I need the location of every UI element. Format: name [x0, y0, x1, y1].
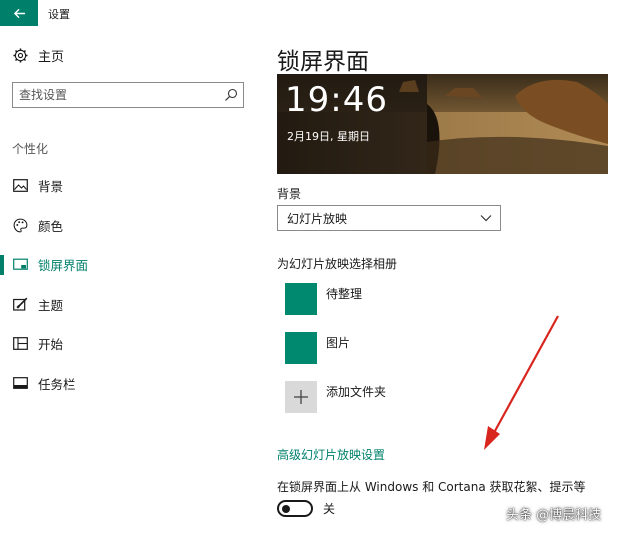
folder-tile	[285, 332, 317, 364]
sidebar-item-label: 主题	[38, 297, 64, 313]
taskbar-icon	[12, 375, 28, 391]
picture-icon	[12, 178, 28, 194]
palette-icon	[12, 217, 28, 233]
toggle-state-label: 关	[323, 502, 336, 516]
theme-icon	[12, 296, 28, 312]
album-name: 待整理	[326, 287, 363, 301]
advanced-slideshow-link[interactable]: 高级幻灯片放映设置	[277, 446, 385, 463]
background-label: 背景	[277, 187, 302, 201]
sidebar-item-label: 任务栏	[38, 376, 76, 392]
sidebar-item-label: 背景	[38, 179, 64, 195]
album-name: 图片	[326, 336, 351, 350]
toggle-knob	[282, 504, 290, 513]
add-folder-button[interactable]: 添加文件夹	[285, 381, 386, 413]
sidebar-item-background[interactable]: 背景	[0, 166, 262, 206]
search-input[interactable]	[13, 83, 213, 107]
dropdown-value: 幻灯片放映	[287, 211, 348, 226]
chevron-down-icon	[480, 215, 492, 222]
folder-tile	[285, 283, 317, 315]
add-tile	[285, 381, 317, 413]
tips-toggle[interactable]	[277, 500, 313, 517]
add-folder-label: 添加文件夹	[326, 385, 387, 399]
sidebar: 主页 个性化 背景 颜色	[0, 26, 262, 535]
main-content: 锁屏界面 19:46 2月19日, 星期日 背景 幻灯片放映 为幻灯片放映选择相…	[277, 26, 627, 535]
sidebar-item-colors[interactable]: 颜色	[0, 206, 262, 246]
title-bar: 设置	[0, 0, 640, 26]
start-icon	[12, 336, 28, 352]
sidebar-item-themes[interactable]: 主题	[0, 285, 262, 325]
nav-list: 背景 颜色 锁屏界面 主题 开始 任务栏	[0, 166, 262, 403]
watermark: 头条 @博晨科技	[506, 508, 602, 523]
home-label: 主页	[38, 50, 65, 65]
album-section-label: 为幻灯片放映选择相册	[277, 257, 398, 271]
preview-date: 2月19日, 星期日	[287, 130, 370, 143]
search-icon[interactable]	[224, 88, 238, 102]
sidebar-item-taskbar[interactable]: 任务栏	[0, 364, 262, 404]
background-dropdown[interactable]: 幻灯片放映	[277, 205, 501, 231]
lock-screen-preview: 19:46 2月19日, 星期日	[277, 74, 608, 174]
sidebar-item-label: 颜色	[38, 218, 64, 234]
sidebar-item-label: 锁屏界面	[38, 258, 89, 274]
sidebar-item-home[interactable]: 主页	[12, 46, 64, 65]
back-button[interactable]	[0, 0, 38, 26]
back-arrow-icon	[13, 8, 25, 18]
sidebar-item-label: 开始	[38, 337, 64, 353]
annotation-arrow	[484, 315, 559, 450]
page-title: 锁屏界面	[277, 49, 369, 75]
search-box[interactable]	[12, 82, 244, 108]
tips-toggle-row: 关	[277, 500, 335, 517]
preview-time: 19:46	[285, 80, 388, 120]
album-item[interactable]: 图片	[285, 332, 350, 364]
lock-screen-icon	[12, 257, 28, 273]
gear-icon	[12, 48, 28, 64]
window-title: 设置	[48, 8, 70, 21]
sidebar-item-start[interactable]: 开始	[0, 324, 262, 364]
tips-label: 在锁屏界面上从 Windows 和 Cortana 获取花絮、提示等	[277, 480, 586, 494]
plus-icon	[294, 390, 308, 404]
album-item[interactable]: 待整理	[285, 283, 362, 315]
sidebar-item-lock-screen[interactable]: 锁屏界面	[0, 245, 262, 285]
section-label-personalization: 个性化	[12, 142, 49, 156]
